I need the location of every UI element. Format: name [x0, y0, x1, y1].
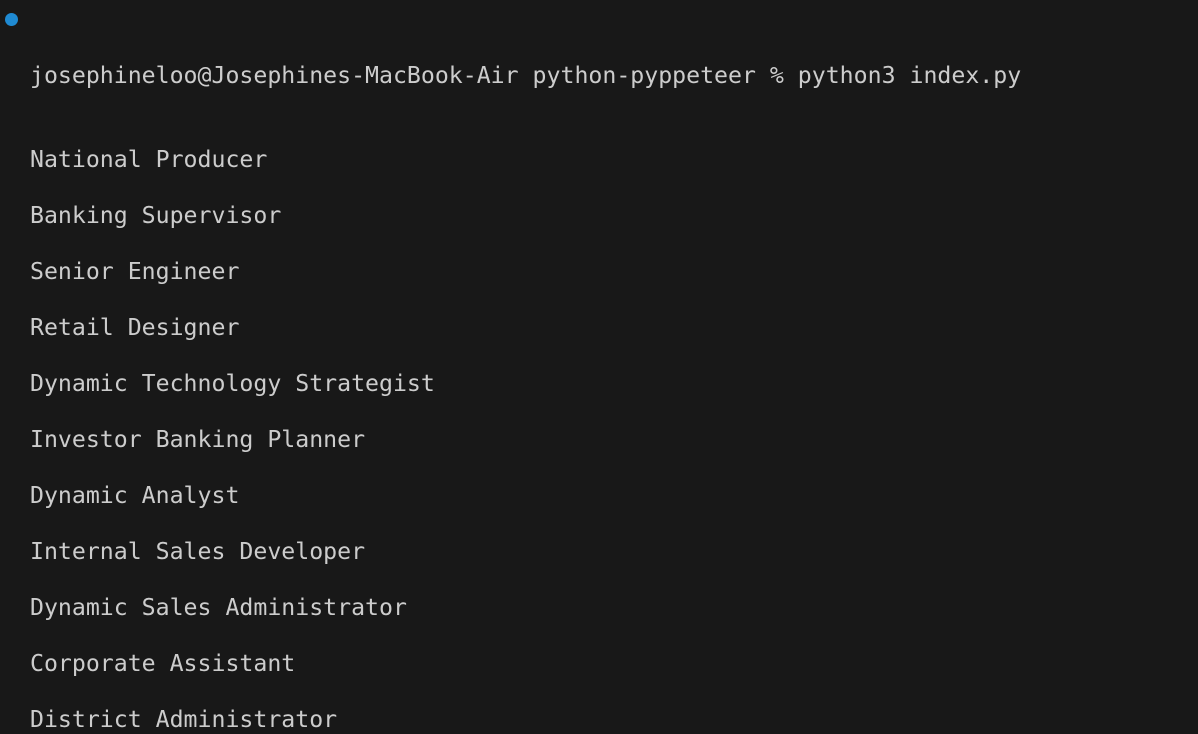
- command-status-dot-icon[interactable]: [5, 13, 18, 26]
- output-line: Corporate Assistant: [30, 650, 296, 677]
- output-line: Retail Designer: [30, 314, 240, 341]
- output-line: Dynamic Sales Administrator: [30, 594, 407, 621]
- output-line: Senior Engineer: [30, 258, 240, 285]
- output-line: Dynamic Technology Strategist: [30, 370, 435, 397]
- output-line: Banking Supervisor: [30, 202, 282, 229]
- output-line: National Producer: [30, 146, 268, 173]
- output-line: Investor Banking Planner: [30, 426, 366, 453]
- output-line: District Administrator: [30, 706, 338, 733]
- output-line: Dynamic Analyst: [30, 482, 240, 509]
- command-line: josephineloo@Josephines-MacBook-Air pyth…: [30, 62, 1022, 89]
- output-line: Internal Sales Developer: [30, 538, 366, 565]
